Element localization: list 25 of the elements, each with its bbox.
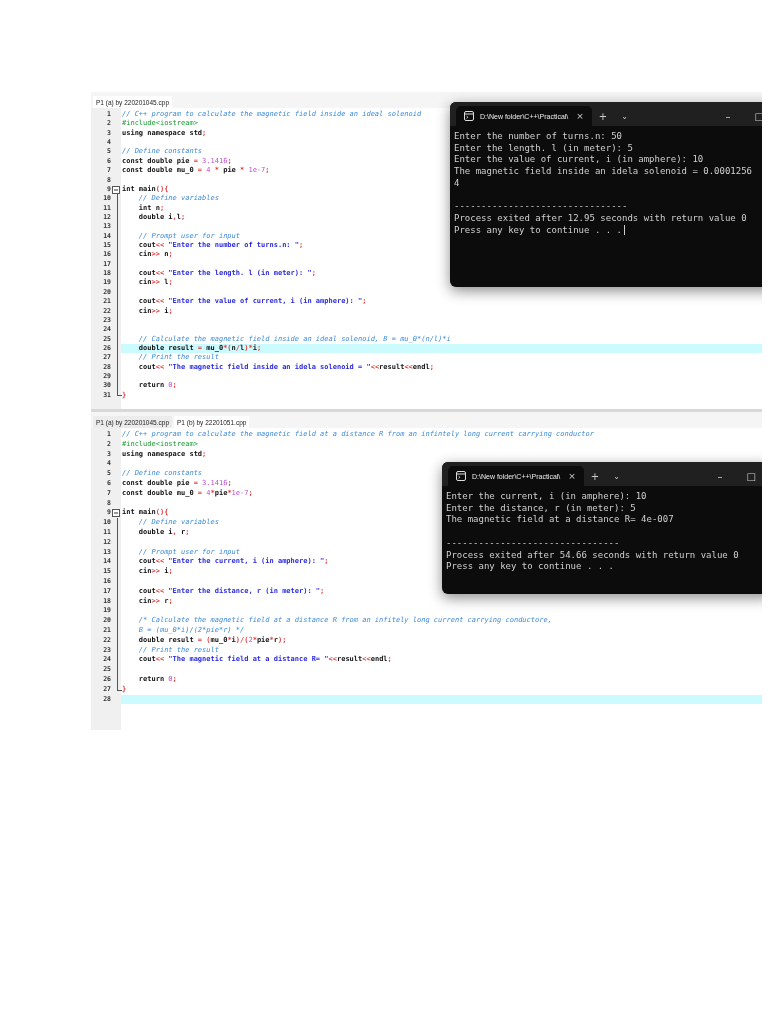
terminal-icon (464, 111, 474, 121)
close-tab-button[interactable]: × (566, 466, 578, 486)
terminal-line: Enter the value of current, i (in amphere): 10 (454, 154, 705, 167)
minimize-button[interactable]: – (713, 106, 743, 126)
terminal-line: Press any key to continue . . . (454, 224, 622, 237)
terminal-line: The magnetic field at a distance R= 4e-007 (446, 514, 675, 527)
terminal-line: -------------------------------- (454, 201, 629, 213)
terminal-line: -------------------------------- (446, 537, 621, 550)
minimize-button[interactable]: – (705, 466, 735, 486)
dropdown-button[interactable]: ⌄ (614, 106, 635, 126)
terminal-line: The magnetic field inside an idela solenoid = 0.0001256 (454, 166, 753, 178)
terminal-line: Enter the current, i (in amphere): 10 (446, 491, 648, 503)
terminal-line: Press any key to continue . . . (446, 561, 615, 573)
terminal-line: Enter the number of turns.n: 50 (454, 131, 623, 143)
terminal-line: 4 (454, 177, 461, 190)
terminal-line: Process exited after 54.66 seconds with return value 0 (446, 549, 740, 562)
new-tab-button[interactable]: + (591, 106, 615, 126)
terminal-line: Enter the length. l (in meter): 5 (454, 142, 634, 155)
dropdown-button[interactable]: ⌄ (606, 466, 627, 486)
terminal-line: Process exited after 12.95 seconds with return value 0 (454, 212, 748, 225)
maximize-button[interactable]: □ (734, 466, 762, 486)
close-tab-button[interactable]: × (574, 106, 586, 126)
new-tab-button[interactable]: + (583, 466, 607, 486)
terminal-line: Enter the distance, r (in meter): 5 (446, 502, 637, 515)
terminal-icon (456, 471, 466, 481)
